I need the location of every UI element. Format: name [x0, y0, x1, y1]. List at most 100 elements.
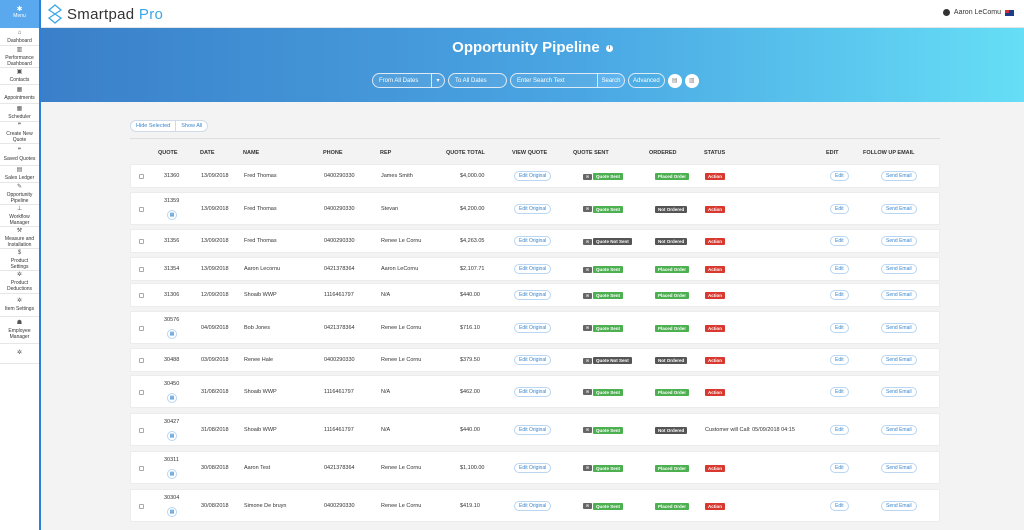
- edit-original-button[interactable]: Edit Original: [514, 203, 552, 214]
- table-row[interactable]: 31354 13/09/2018 Aaron Lecornu 0421378364 Aa…: [130, 257, 940, 281]
- edit-original-button[interactable]: Edit Original: [514, 171, 552, 181]
- sidebar-item[interactable]: ☗ Employee Manager: [0, 317, 39, 344]
- row-checkbox[interactable]: [139, 389, 144, 395]
- australia-flag-icon[interactable]: [1005, 9, 1014, 16]
- envelope-icon[interactable]: ✉: [583, 325, 592, 331]
- show-all-button[interactable]: Show All: [175, 121, 207, 131]
- send-email-button[interactable]: Send Email: [881, 264, 917, 274]
- sidebar-item[interactable]: ✲: [0, 344, 39, 364]
- table-row[interactable]: 31356 13/09/2018 Fred Thomas 0400290330 Rene…: [130, 229, 940, 253]
- row-checkbox[interactable]: [139, 267, 144, 272]
- sidebar-item[interactable]: ❞ Create New Quote: [0, 122, 39, 144]
- envelope-icon[interactable]: ✉: [583, 465, 592, 471]
- edit-button[interactable]: Edit: [830, 264, 849, 274]
- envelope-icon[interactable]: ✉: [583, 266, 592, 273]
- row-checkbox[interactable]: [139, 239, 144, 244]
- action-badge[interactable]: Action: [705, 266, 725, 273]
- envelope-icon[interactable]: ✉: [583, 503, 592, 509]
- info-icon[interactable]: i: [605, 44, 613, 52]
- sidebar-item[interactable]: ❞ Saved Quotes: [0, 144, 39, 166]
- edit-button[interactable]: Edit: [830, 290, 849, 300]
- table-row[interactable]: 30450 ▦ 31/08/2018 Shoaib WWP 1116461797 N/A $…: [130, 375, 940, 408]
- table-row[interactable]: 30304 ▦ 30/08/2018 Simone De bruyn 040029033…: [130, 489, 940, 522]
- envelope-icon[interactable]: ✉: [583, 292, 592, 299]
- edit-original-button[interactable]: Edit Original: [514, 424, 552, 435]
- edit-button[interactable]: Edit: [830, 500, 849, 511]
- edit-button[interactable]: Edit: [830, 424, 849, 435]
- table-row[interactable]: 31360 13/09/2018 Fred Thomas 0400290330 Jame…: [130, 164, 940, 188]
- sidebar-item[interactable]: ✎ Opportunity Pipeline: [0, 183, 39, 205]
- envelope-icon[interactable]: ✉: [583, 173, 592, 180]
- sidebar-item[interactable]: ✲ Product Deductions: [0, 271, 39, 294]
- table-row[interactable]: 30427 ▦ 31/08/2018 Shoaib WWP 1116461797 N/A $…: [130, 413, 940, 446]
- edit-original-button[interactable]: Edit Original: [514, 500, 552, 511]
- envelope-icon[interactable]: ✉: [583, 357, 592, 364]
- send-email-button[interactable]: Send Email: [881, 386, 917, 397]
- table-row[interactable]: 30311 ▦ 30/08/2018 Aaron Test 0421378364 Rene…: [130, 451, 940, 484]
- edit-button[interactable]: Edit: [830, 462, 849, 473]
- action-badge[interactable]: Action: [705, 502, 725, 510]
- row-checkbox[interactable]: [139, 427, 144, 433]
- row-checkbox[interactable]: [139, 325, 144, 331]
- user-menu[interactable]: Aaron LeComu: [942, 9, 1014, 16]
- to-dates-input[interactable]: To All Dates: [448, 73, 507, 88]
- sidebar-item[interactable]: ⌂ Dashboard: [0, 28, 39, 46]
- calendar-icon[interactable]: ▦: [167, 431, 177, 441]
- edit-button[interactable]: Edit: [830, 386, 849, 397]
- edit-button[interactable]: Edit: [830, 203, 849, 214]
- sidebar-item[interactable]: ▦ Scheduler: [0, 104, 39, 122]
- send-email-button[interactable]: Send Email: [881, 355, 917, 365]
- edit-button[interactable]: Edit: [830, 171, 849, 181]
- envelope-icon[interactable]: ✉: [583, 389, 592, 395]
- table-row[interactable]: 31359 ▦ 13/09/2018 Fred Thomas 0400290330 Ste…: [130, 192, 940, 225]
- edit-button[interactable]: Edit: [830, 322, 849, 333]
- action-badge[interactable]: Action: [705, 324, 725, 332]
- export-csv-icon[interactable]: ▤: [667, 73, 682, 88]
- edit-original-button[interactable]: Edit Original: [514, 386, 552, 397]
- sidebar-item[interactable]: ⚒ Measure and Installation: [0, 227, 39, 249]
- sidebar-item[interactable]: ▣ Contacts: [0, 68, 39, 85]
- send-email-button[interactable]: Send Email: [881, 203, 917, 214]
- hide-selected-button[interactable]: Hide Selected: [131, 121, 175, 131]
- row-checkbox[interactable]: [139, 358, 144, 363]
- calendar-icon[interactable]: ▦: [167, 210, 177, 220]
- action-badge[interactable]: Action: [705, 357, 725, 364]
- from-dates-select[interactable]: From All Dates: [372, 73, 432, 88]
- action-badge[interactable]: Action: [705, 292, 725, 299]
- action-badge[interactable]: Action: [705, 388, 725, 396]
- row-checkbox[interactable]: [139, 174, 144, 179]
- edit-original-button[interactable]: Edit Original: [514, 462, 552, 473]
- edit-button[interactable]: Edit: [830, 355, 849, 365]
- search-input[interactable]: Enter Search Text: [510, 73, 598, 88]
- sidebar-item[interactable]: ▦ Appointments: [0, 85, 39, 104]
- edit-original-button[interactable]: Edit Original: [514, 322, 552, 333]
- edit-original-button[interactable]: Edit Original: [514, 355, 552, 365]
- edit-button[interactable]: Edit: [830, 236, 849, 246]
- edit-original-button[interactable]: Edit Original: [514, 264, 552, 274]
- envelope-icon[interactable]: ✉: [583, 427, 592, 433]
- search-button[interactable]: Search: [597, 73, 625, 88]
- send-email-button[interactable]: Send Email: [881, 290, 917, 300]
- send-email-button[interactable]: Send Email: [881, 500, 917, 511]
- export-pdf-icon[interactable]: ▥: [684, 73, 699, 88]
- action-badge[interactable]: Action: [705, 205, 725, 213]
- sidebar-item[interactable]: ▤ Sales Ledger: [0, 166, 39, 183]
- sidebar-item[interactable]: ▥ Performance Dashboard: [0, 46, 39, 68]
- send-email-button[interactable]: Send Email: [881, 236, 917, 246]
- calendar-icon[interactable]: ▦: [167, 329, 177, 339]
- calendar-icon[interactable]: ▦: [167, 393, 177, 403]
- edit-original-button[interactable]: Edit Original: [514, 290, 552, 300]
- row-checkbox[interactable]: [139, 503, 144, 509]
- menu-button[interactable]: ✱ Menu: [0, 0, 39, 28]
- row-checkbox[interactable]: [139, 206, 144, 212]
- chevron-down-icon[interactable]: ▾: [431, 73, 445, 88]
- table-row[interactable]: 30488 03/09/2018 Renee Hale 0400290330 Renee…: [130, 348, 940, 372]
- sidebar-item[interactable]: $ Product Settings: [0, 249, 39, 271]
- send-email-button[interactable]: Send Email: [881, 424, 917, 435]
- send-email-button[interactable]: Send Email: [881, 171, 917, 181]
- calendar-icon[interactable]: ▦: [167, 469, 177, 479]
- edit-original-button[interactable]: Edit Original: [514, 236, 552, 246]
- row-checkbox[interactable]: [139, 293, 144, 298]
- send-email-button[interactable]: Send Email: [881, 462, 917, 473]
- send-email-button[interactable]: Send Email: [881, 322, 917, 333]
